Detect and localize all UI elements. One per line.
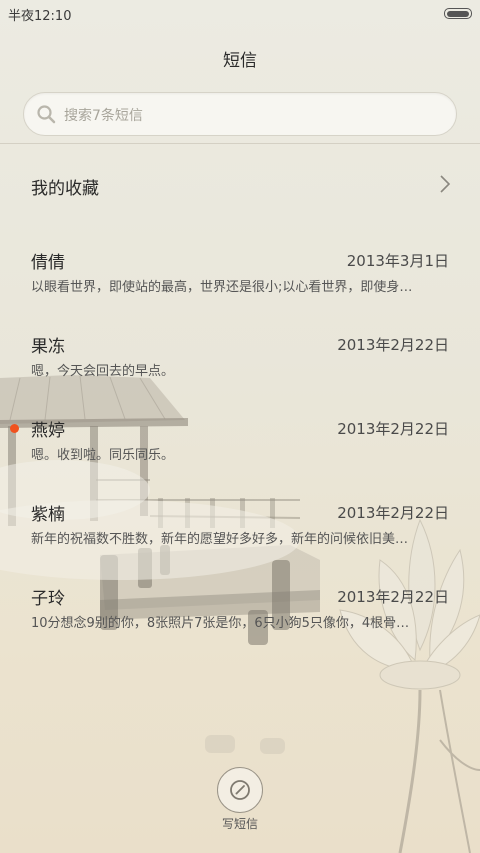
page-title: 短信 <box>223 51 257 71</box>
message-date: 2013年2月22日 <box>337 336 449 354</box>
compose-button[interactable] <box>217 767 263 813</box>
conversation-item[interactable]: 子玲 2013年2月22日 10分想念9别的你，8张照片7张是你，6只小狗5只像… <box>0 584 480 654</box>
chevron-right-icon <box>440 175 451 193</box>
favorites-row[interactable]: 我的收藏 <box>0 160 480 210</box>
compose-icon <box>230 780 250 800</box>
message-date: 2013年2月22日 <box>337 588 449 606</box>
message-preview: 10分想念9别的你，8张照片7张是你，6只小狗5只像你，4根骨… <box>31 616 410 631</box>
conversation-item[interactable]: 紫楠 2013年2月22日 新年的祝福数不胜数，新年的愿望好多好多，新年的问候依… <box>0 500 480 570</box>
message-preview: 嗯，今天会回去的早点。 <box>31 364 175 379</box>
contact-name: 倩倩 <box>31 253 65 273</box>
battery-icon <box>444 8 472 19</box>
search-input[interactable]: 搜索7条短信 <box>23 92 457 136</box>
contact-name: 紫楠 <box>31 505 65 525</box>
message-preview: 嗯。收到啦。同乐同乐。 <box>31 448 175 463</box>
contact-name: 燕婷 <box>31 421 65 441</box>
search-icon <box>37 105 56 124</box>
message-date: 2013年2月22日 <box>337 504 449 522</box>
message-date: 2013年3月1日 <box>346 252 449 270</box>
unread-indicator <box>10 424 19 433</box>
message-date: 2013年2月22日 <box>337 420 449 438</box>
conversation-item[interactable]: 果冻 2013年2月22日 嗯，今天会回去的早点。 <box>0 332 480 402</box>
message-preview: 以眼看世界，即使站的最高，世界还是很小;以心看世界，即使身… <box>31 280 413 295</box>
divider <box>0 143 480 144</box>
search-placeholder: 搜索7条短信 <box>64 108 143 124</box>
contact-name: 果冻 <box>31 337 65 357</box>
contact-name: 子玲 <box>31 589 65 609</box>
compose-label: 写短信 <box>221 817 258 831</box>
status-time: 半夜12:10 <box>8 9 72 24</box>
conversation-item[interactable]: 燕婷 2013年2月22日 嗯。收到啦。同乐同乐。 <box>0 416 480 486</box>
conversation-item[interactable]: 倩倩 2013年3月1日 以眼看世界，即使站的最高，世界还是很小;以心看世界，即… <box>0 248 480 318</box>
status-bar: 半夜12:10 <box>0 0 480 28</box>
message-preview: 新年的祝福数不胜数，新年的愿望好多好多，新年的问候依旧美… <box>31 532 409 547</box>
favorites-label: 我的收藏 <box>31 179 99 199</box>
